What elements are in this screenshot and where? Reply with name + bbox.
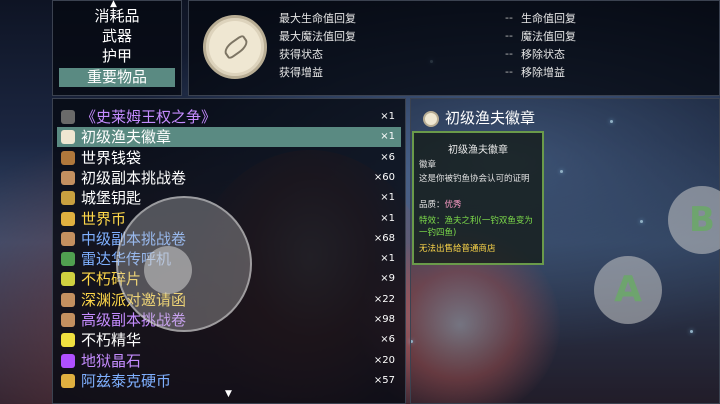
item-count: ×60 [373, 171, 395, 183]
detail-title: 初级渔夫徽章 [445, 109, 536, 127]
fish-icon [221, 33, 251, 61]
crystal-icon [61, 353, 75, 368]
item-description: 这是你被钓鱼协会认可的证明 [419, 174, 530, 184]
effect-value: 移除增益 [521, 66, 565, 79]
item-row[interactable]: 阿兹泰克硬币 ×57 [57, 371, 401, 391]
item-count: ×1 [380, 192, 395, 204]
virtual-joystick[interactable] [116, 196, 252, 332]
item-row[interactable]: 城堡钥匙 ×1 [57, 188, 401, 208]
essence-icon [61, 333, 75, 348]
pager-icon [61, 252, 75, 267]
category-consumables[interactable]: 消耗品 [59, 7, 175, 26]
item-type: 徽章 [419, 160, 437, 170]
item-row[interactable]: 世界钱袋 ×6 [57, 148, 401, 168]
trait-label: 特效： [419, 216, 445, 226]
card-title: 初级渔夫徽章 [448, 145, 508, 156]
coin-icon [61, 211, 75, 226]
coin-icon [61, 373, 75, 388]
item-name: 初级副本挑战卷 [81, 168, 187, 187]
effect-label: 获得增益 [279, 66, 323, 79]
item-name: 世界钱袋 [81, 148, 142, 167]
scroll-icon [61, 170, 75, 185]
item-row[interactable]: 初级副本挑战卷 ×60 [57, 168, 401, 188]
item-name: 不朽精华 [81, 331, 142, 350]
quality-value: 优秀 [444, 200, 462, 210]
item-quality: 品质：优秀 [419, 199, 541, 211]
joystick-knob[interactable] [144, 246, 192, 294]
item-name: 初级渔夫徽章 [81, 128, 172, 147]
item-row[interactable]: 初级渔夫徽章 ×1 [57, 127, 401, 148]
item-name: 城堡钥匙 [81, 189, 142, 208]
item-count: ×22 [373, 293, 395, 305]
item-name: 地狱晶石 [81, 351, 142, 370]
item-count: ×57 [373, 374, 395, 386]
item-name: 《史莱姆王权之争》 [81, 108, 217, 126]
item-count: ×6 [380, 334, 395, 346]
effect-dash: -- [505, 47, 513, 60]
item-count: ×1 [380, 131, 395, 143]
effect-label: 最大生命值回复 [279, 12, 356, 25]
effect-value: 移除状态 [521, 48, 565, 61]
item-name: 世界币 [81, 209, 127, 228]
effect-dash: -- [505, 29, 513, 42]
item-badge-icon [203, 15, 267, 79]
shard-icon [61, 272, 75, 287]
book-icon [61, 110, 75, 124]
item-count: ×1 [380, 111, 395, 122]
key-icon [61, 191, 75, 206]
category-armor[interactable]: 护甲 [59, 47, 175, 66]
item-trait: 特效：渔夫之利(一钓双鱼变为一钓四鱼) [419, 215, 541, 239]
item-count: ×6 [380, 151, 395, 163]
item-row[interactable]: 不朽精华 ×6 [57, 330, 401, 350]
effect-label: 获得状态 [279, 48, 323, 61]
badge-icon [61, 130, 75, 145]
pouch-icon [61, 150, 75, 165]
item-name: 阿兹泰克硬币 [81, 371, 172, 390]
item-row[interactable]: 地狱晶石 ×20 [57, 351, 401, 371]
scroll-icon [61, 231, 75, 246]
item-count: ×68 [373, 232, 395, 244]
item-count: ×20 [373, 354, 395, 366]
item-count: ×9 [380, 273, 395, 285]
item-row[interactable]: 《史莱姆王权之争》 ×1 [57, 107, 401, 127]
effect-dash: -- [505, 65, 513, 78]
category-weapons[interactable]: 武器 [59, 27, 175, 46]
item-count: ×1 [380, 253, 395, 265]
quality-label: 品质： [419, 200, 445, 210]
category-menu: ▲ 消耗品 武器 护甲 重要物品 [52, 0, 182, 96]
item-count: ×1 [380, 212, 395, 224]
effect-value: 生命值回复 [521, 12, 576, 25]
scroll-down-arrow-icon[interactable]: ▼ [225, 389, 232, 399]
effect-value: 魔法值回复 [521, 30, 576, 43]
effect-label: 最大魔法值回复 [279, 30, 356, 43]
item-description-card: 初级渔夫徽章 徽章 这是你被钓鱼协会认可的证明 品质：优秀 特效：渔夫之利(一钓… [412, 131, 544, 265]
a-button[interactable]: A [594, 256, 662, 324]
item-sell-note: 无法出售给普通商店 [419, 244, 496, 254]
category-key-items[interactable]: 重要物品 [59, 68, 175, 87]
effect-dash: -- [505, 11, 513, 24]
letter-icon [61, 292, 75, 307]
item-effect-panel: 最大生命值回复 最大魔法值回复 获得状态 获得增益 -- -- -- -- 生命… [188, 0, 720, 96]
scroll-icon [61, 313, 75, 327]
item-count: ×98 [373, 314, 395, 325]
badge-icon [423, 111, 439, 127]
